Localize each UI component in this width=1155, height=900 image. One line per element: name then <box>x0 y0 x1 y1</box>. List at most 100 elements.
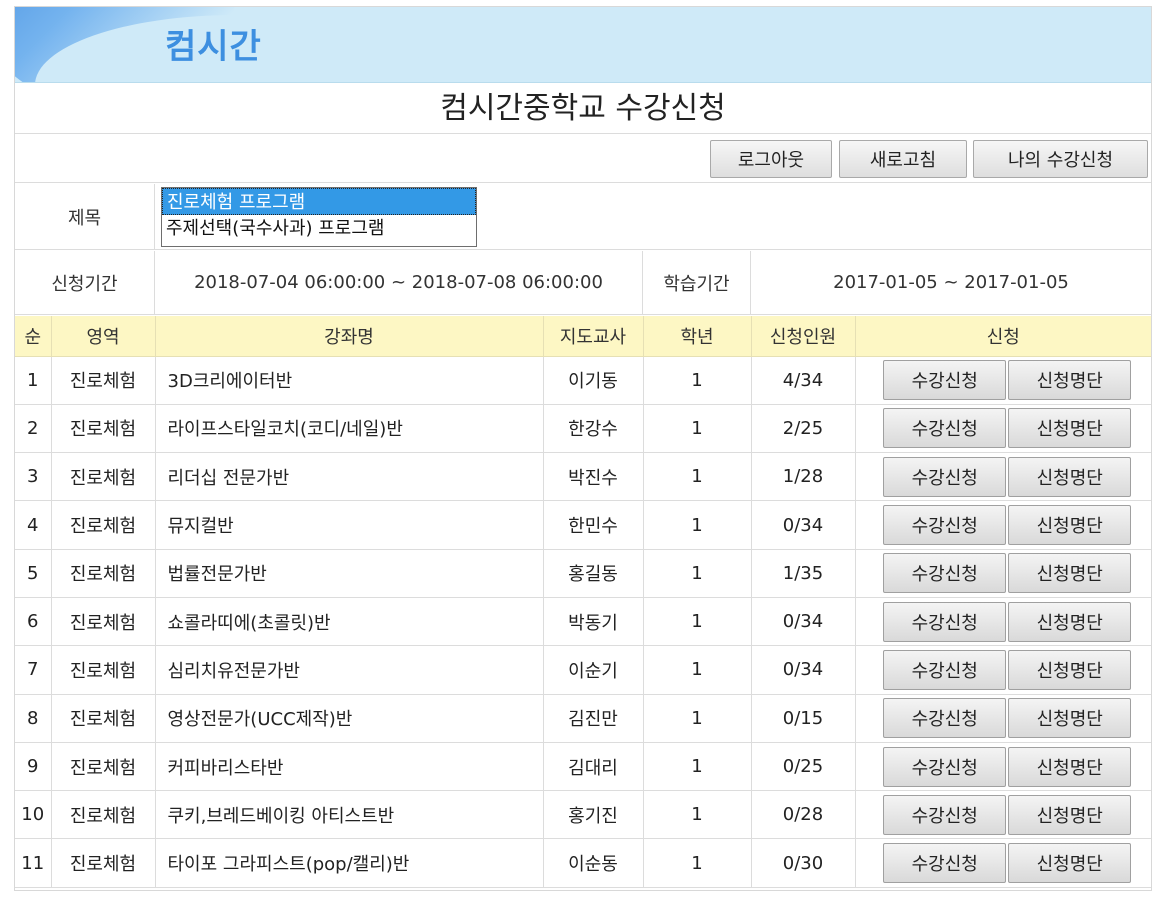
row-grade: 1 <box>643 356 752 405</box>
row-grade: 1 <box>643 549 752 598</box>
row-teacher: 홍기진 <box>543 790 644 840</box>
row-actions: 수강신청 신청명단 <box>855 500 1152 550</box>
row-number: 2 <box>15 404 52 454</box>
row-count: 4/34 <box>751 356 856 405</box>
row-actions: 수강신청 신청명단 <box>855 645 1152 695</box>
row-area: 진로체험 <box>51 500 156 550</box>
row-teacher: 박동기 <box>543 597 644 647</box>
row-count: 1/35 <box>751 549 856 598</box>
row-count: 0/34 <box>751 597 856 647</box>
row-course-name: 라이프스타일코치(코디/네일)반 <box>155 404 544 454</box>
row-actions-group: 수강신청 신청명단 <box>856 843 1152 884</box>
row-course-name: 커피바리스타반 <box>155 742 544 792</box>
applicant-list-button[interactable]: 신청명단 <box>1008 794 1132 835</box>
applicant-list-button[interactable]: 신청명단 <box>1008 360 1132 401</box>
header-no: 순 <box>15 316 52 357</box>
row-actions-group: 수강신청 신청명단 <box>856 408 1152 449</box>
row-number: 1 <box>15 356 52 405</box>
row-area: 진로체험 <box>51 549 156 598</box>
row-actions-group: 수강신청 신청명단 <box>856 601 1152 642</box>
row-actions-group: 수강신청 신청명단 <box>856 698 1152 739</box>
table-row: 7 진로체험 심리치유전문가반 이순기 1 0/34 수강신청 신청명단 <box>15 645 1152 695</box>
app-frame: 컴시간 컴시간중학교 수강신청 로그아웃 새로고침 나의 수강신청 제목 진로체… <box>14 6 1152 891</box>
row-grade: 1 <box>643 452 752 502</box>
applicant-list-button[interactable]: 신청명단 <box>1008 649 1132 690</box>
enroll-button[interactable]: 수강신청 <box>883 601 1007 642</box>
study-period-value: 2017-01-05 ~ 2017-01-05 <box>833 272 1069 293</box>
row-area: 진로체험 <box>51 597 156 647</box>
row-grade: 1 <box>643 694 752 743</box>
row-teacher: 홍길동 <box>543 549 644 598</box>
table-row: 8 진로체험 영상전문가(UCC제작)반 김진만 1 0/15 수강신청 신청명단 <box>15 694 1152 743</box>
row-number: 8 <box>15 694 52 743</box>
header-grade: 학년 <box>643 316 752 357</box>
row-actions: 수강신청 신청명단 <box>855 694 1152 743</box>
row-number: 5 <box>15 549 52 598</box>
row-actions-group: 수강신청 신청명단 <box>856 794 1152 835</box>
row-actions-group: 수강신청 신청명단 <box>856 505 1152 546</box>
row-actions-group: 수강신청 신청명단 <box>856 360 1152 401</box>
row-number: 6 <box>15 597 52 647</box>
enroll-button[interactable]: 수강신청 <box>883 408 1007 449</box>
header-area: 영역 <box>51 316 156 357</box>
row-number: 11 <box>15 838 52 888</box>
row-number: 4 <box>15 500 52 550</box>
program-option-selected[interactable]: 진로체험 프로그램 <box>162 188 476 215</box>
row-teacher: 이기동 <box>543 356 644 405</box>
row-actions-group: 수강신청 신청명단 <box>856 649 1152 690</box>
row-actions: 수강신청 신청명단 <box>855 452 1152 502</box>
enroll-button[interactable]: 수강신청 <box>883 698 1007 739</box>
header-course-name: 강좌명 <box>155 316 544 357</box>
applicant-list-button[interactable]: 신청명단 <box>1008 601 1132 642</box>
applicant-list-button[interactable]: 신청명단 <box>1008 698 1132 739</box>
program-listbox[interactable]: 진로체험 프로그램 주제선택(국수사과) 프로그램 <box>161 187 477 247</box>
enroll-button[interactable]: 수강신청 <box>883 843 1007 884</box>
row-grade: 1 <box>643 597 752 647</box>
row-count: 0/15 <box>751 694 856 743</box>
row-area: 진로체험 <box>51 838 156 888</box>
applicant-list-button[interactable]: 신청명단 <box>1008 553 1132 594</box>
applicant-list-button[interactable]: 신청명단 <box>1008 408 1132 449</box>
table-header-row: 순 영역 강좌명 지도교사 학년 신청인원 신청 <box>15 316 1151 357</box>
header-apply: 신청 <box>855 316 1151 357</box>
row-number: 7 <box>15 645 52 695</box>
row-area: 진로체험 <box>51 742 156 792</box>
program-option[interactable]: 주제선택(국수사과) 프로그램 <box>162 215 476 242</box>
logout-button[interactable]: 로그아웃 <box>710 140 832 178</box>
applicant-list-button[interactable]: 신청명단 <box>1008 843 1132 884</box>
row-teacher: 이순기 <box>543 645 644 695</box>
enroll-button[interactable]: 수강신청 <box>883 794 1007 835</box>
row-teacher: 김대리 <box>543 742 644 792</box>
applicant-list-button[interactable]: 신청명단 <box>1008 456 1132 497</box>
row-actions: 수강신청 신청명단 <box>855 742 1151 792</box>
row-actions: 수강신청 신청명단 <box>855 838 1152 888</box>
enroll-button[interactable]: 수강신청 <box>883 505 1007 546</box>
applicant-list-button[interactable]: 신청명단 <box>1008 505 1132 546</box>
row-number: 3 <box>15 452 52 502</box>
applicant-list-button[interactable]: 신청명단 <box>1008 746 1132 787</box>
my-courses-button[interactable]: 나의 수강신청 <box>973 140 1148 178</box>
enroll-button[interactable]: 수강신청 <box>883 456 1007 497</box>
row-course-name: 쿠키,브레드베이킹 아티스트반 <box>155 790 544 840</box>
row-area: 진로체험 <box>51 452 156 502</box>
row-grade: 1 <box>643 500 752 550</box>
apply-period-value: 2018-07-04 06:00:00 ~ 2018-07-08 06:00:0… <box>155 251 643 314</box>
table-row: 10 진로체험 쿠키,브레드베이킹 아티스트반 홍기진 1 0/28 수강신청 신청명단 <box>15 790 1152 840</box>
row-actions: 수강신청 신청명단 <box>855 549 1152 598</box>
row-area: 진로체험 <box>51 645 156 695</box>
row-count: 0/34 <box>751 500 856 550</box>
row-actions: 수강신청 신청명단 <box>855 404 1152 454</box>
refresh-button[interactable]: 새로고침 <box>839 140 967 178</box>
row-course-name: 영상전문가(UCC제작)반 <box>155 694 544 743</box>
row-count: 0/28 <box>751 790 856 840</box>
row-actions-group: 수강신청 신청명단 <box>856 553 1152 594</box>
enroll-button[interactable]: 수강신청 <box>883 553 1007 594</box>
row-teacher: 이순동 <box>543 838 644 888</box>
row-course-name: 뮤지컬반 <box>155 500 544 550</box>
enroll-button[interactable]: 수강신청 <box>883 649 1007 690</box>
row-grade: 1 <box>643 742 752 792</box>
table-row: 5 진로체험 법률전문가반 홍길동 1 1/35 수강신청 신청명단 <box>15 549 1152 598</box>
enroll-button[interactable]: 수강신청 <box>883 360 1007 401</box>
row-actions-group: 수강신청 신청명단 <box>856 456 1152 497</box>
enroll-button[interactable]: 수강신청 <box>883 746 1007 787</box>
